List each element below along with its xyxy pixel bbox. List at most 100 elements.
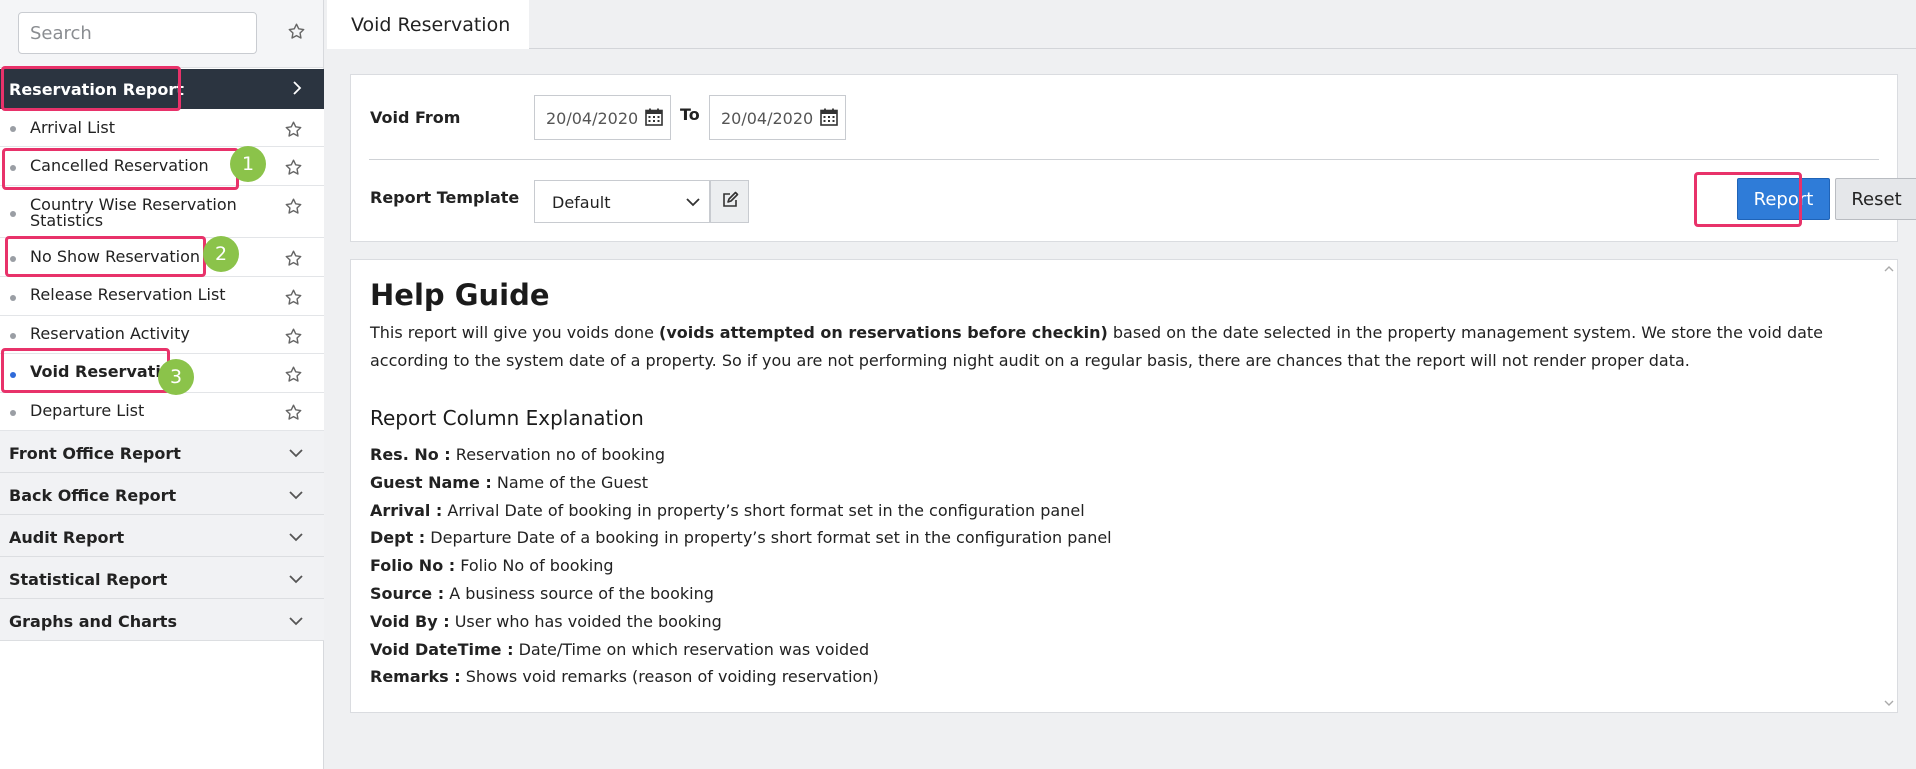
bullet-icon: [10, 333, 16, 339]
column-desc: Folio No of booking: [455, 556, 614, 576]
column-row: Guest Name : Name of the Guest: [370, 469, 1112, 497]
sidebar-item-label: Release Reservation List: [30, 285, 226, 304]
sidebar-item-cancelled-reservation[interactable]: Cancelled Reservation: [0, 147, 324, 186]
bullet-icon: [10, 256, 16, 262]
sidebar-item-label: Reservation Activity: [30, 324, 190, 343]
column-key: Source :: [370, 583, 445, 603]
edit-template-button[interactable]: [710, 180, 749, 223]
report-button[interactable]: Report: [1737, 178, 1830, 220]
to-date-field[interactable]: 20/04/2020: [709, 95, 846, 140]
tab-divider: [529, 48, 1916, 49]
column-desc: Shows void remarks (reason of voiding re…: [460, 667, 879, 687]
sidebar-item-country-wise-reservation-statistics[interactable]: Country Wise Reservation Statistics: [0, 186, 324, 238]
section-graphs-and-charts[interactable]: Graphs and Charts: [0, 599, 324, 641]
chevron-right-icon: [290, 79, 304, 101]
star-icon[interactable]: [282, 363, 304, 385]
column-key: Res. No :: [370, 445, 451, 464]
sidebar-item-no-show-reservation[interactable]: No Show Reservation: [0, 238, 324, 277]
sidebar-item-label: Cancelled Reservation: [30, 156, 209, 175]
sidebar-item-arrival-list[interactable]: Arrival List: [0, 109, 324, 147]
star-icon[interactable]: [282, 401, 304, 423]
column-key: Void DateTime :: [370, 639, 514, 659]
bullet-icon: [10, 126, 16, 132]
bullet-icon: [10, 372, 16, 378]
section-reservation-report[interactable]: Reservation Report: [0, 69, 324, 109]
section-front-office-report[interactable]: Front Office Report: [0, 431, 324, 473]
star-icon[interactable]: [285, 20, 307, 42]
column-desc: Name of the Guest: [491, 472, 649, 492]
help-guide-panel: Help Guide This report will give you voi…: [350, 259, 1898, 713]
column-key: Void By :: [370, 611, 450, 631]
step-badge-3: 3: [158, 359, 194, 395]
star-icon[interactable]: [282, 325, 304, 347]
tab-void-reservation[interactable]: Void Reservation: [327, 0, 529, 49]
column-row: Source : A business source of the bookin…: [370, 580, 1112, 608]
to-date-value: 20/04/2020: [721, 109, 814, 128]
report-template-select[interactable]: Default: [534, 180, 710, 223]
calendar-icon[interactable]: [819, 107, 839, 131]
sidebar-item-label: Departure List: [30, 401, 145, 420]
search-bar: [0, 0, 323, 68]
calendar-icon[interactable]: [644, 107, 664, 131]
help-title: Help Guide: [370, 278, 550, 312]
column-desc: User who has voided the booking: [449, 611, 722, 631]
column-desc: Departure Date of a booking in property’…: [425, 528, 1112, 548]
column-key: Dept :: [370, 528, 426, 548]
section-statistical-report[interactable]: Statistical Report: [0, 557, 324, 599]
void-from-label: Void From: [370, 108, 461, 127]
bullet-icon: [10, 211, 16, 217]
star-icon[interactable]: [282, 195, 304, 217]
divider: [369, 159, 1879, 160]
section-label: Reservation Report: [9, 80, 184, 99]
chevron-down-icon: [288, 529, 304, 548]
sidebar-item-reservation-activity[interactable]: Reservation Activity: [0, 316, 324, 354]
report-template-value: Default: [552, 193, 611, 212]
section-audit-report[interactable]: Audit Report: [0, 515, 324, 557]
sidebar-item-release-reservation-list[interactable]: Release Reservation List: [0, 277, 324, 316]
column-desc: Reservation no of booking: [450, 445, 666, 464]
help-intro-part: This report will give you voids done: [370, 323, 660, 342]
scroll-down-icon[interactable]: [1884, 696, 1894, 710]
filter-panel: Void From 20/04/2020 To 20/04/2020 Repor…: [350, 74, 1916, 242]
section-label: Statistical Report: [9, 570, 168, 589]
section-label: Audit Report: [9, 528, 125, 547]
help-intro-bold: (voids attempted on reservations before …: [659, 323, 1108, 342]
bullet-icon: [10, 410, 16, 416]
star-icon[interactable]: [282, 247, 304, 269]
column-key: Arrival :: [370, 500, 443, 520]
star-icon[interactable]: [282, 286, 304, 308]
from-date-field[interactable]: 20/04/2020: [534, 95, 671, 140]
bullet-icon: [10, 165, 16, 171]
scroll-up-icon[interactable]: [1884, 262, 1894, 276]
sidebar-item-departure-list[interactable]: Departure List: [0, 393, 324, 431]
from-date-value: 20/04/2020: [546, 109, 639, 128]
column-row: Arrival : Arrival Date of booking in pro…: [370, 497, 1112, 525]
section-back-office-report[interactable]: Back Office Report: [0, 473, 324, 515]
sidebar-item-label: Arrival List: [30, 118, 116, 137]
column-row: Remarks : Shows void remarks (reason of …: [370, 663, 1112, 691]
columns-list: Res. No : Reservation no of booking Gues…: [370, 441, 1112, 691]
search-input[interactable]: [18, 12, 257, 54]
column-row: Void DateTime : Date/Time on which reser…: [370, 636, 1112, 664]
column-key: Guest Name :: [370, 472, 492, 492]
section-label: Front Office Report: [9, 444, 181, 463]
step-badge-2: 2: [203, 236, 239, 272]
column-row: Folio No : Folio No of booking: [370, 552, 1112, 580]
tab-label: Void Reservation: [351, 14, 511, 36]
scrollbar[interactable]: [1881, 260, 1897, 712]
star-icon[interactable]: [282, 118, 304, 140]
column-row: Res. No : Reservation no of booking: [370, 441, 1112, 469]
to-label: To: [680, 105, 700, 124]
section-label: Graphs and Charts: [9, 612, 177, 631]
column-key: Folio No :: [370, 556, 456, 576]
sidebar-item-label: No Show Reservation: [30, 247, 201, 266]
star-icon[interactable]: [282, 156, 304, 178]
chevron-down-icon: [288, 445, 304, 464]
section-label: Back Office Report: [9, 486, 177, 505]
column-desc: Arrival Date of booking in property’s sh…: [442, 500, 1085, 520]
column-desc: Date/Time on which reservation was voide…: [513, 639, 870, 659]
chevron-down-icon: [288, 571, 304, 590]
chevron-down-icon: [288, 613, 304, 632]
chevron-down-icon: [288, 487, 304, 506]
reset-button[interactable]: Reset: [1835, 178, 1916, 220]
